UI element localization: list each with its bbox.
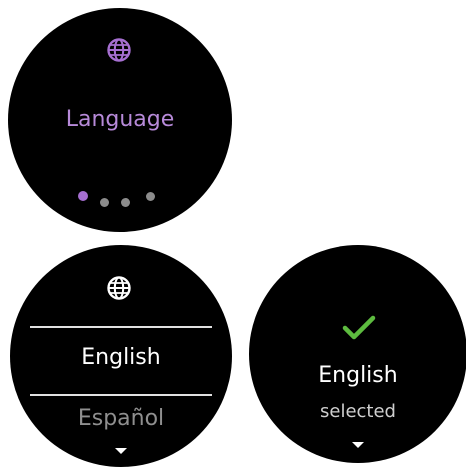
- confirmation-status: selected: [320, 401, 396, 422]
- globe-icon: [107, 38, 131, 62]
- check-icon: [342, 315, 376, 340]
- menu-title[interactable]: Language: [8, 107, 232, 132]
- language-option-selected[interactable]: English: [10, 345, 232, 370]
- selection-divider-bottom: [30, 394, 212, 396]
- page-dot: [146, 192, 155, 201]
- watch-screen-language-menu[interactable]: Language: [8, 8, 232, 232]
- chevron-down-icon[interactable]: [115, 448, 127, 454]
- page-dot: [100, 198, 109, 207]
- page-indicator: [8, 186, 232, 207]
- watch-screen-confirmation[interactable]: English selected: [249, 245, 466, 463]
- selection-divider-top: [30, 326, 212, 328]
- globe-icon: [107, 276, 131, 300]
- page-dot: [121, 198, 130, 207]
- watch-screen-language-picker[interactable]: English Español: [10, 245, 232, 467]
- page-dot-active: [78, 191, 88, 201]
- language-option[interactable]: Español: [10, 406, 232, 431]
- confirmation-language: English: [318, 363, 398, 388]
- chevron-down-icon[interactable]: [352, 442, 364, 448]
